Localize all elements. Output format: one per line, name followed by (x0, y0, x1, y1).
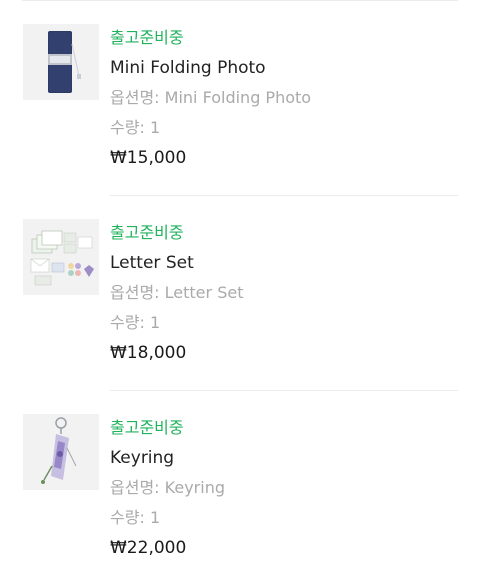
shipping-status: 출고준비중 (110, 223, 184, 242)
folding-photo-thumbnail (23, 24, 99, 100)
price: ₩18,000 (110, 343, 187, 363)
option-line: 옵션명: Keyring (110, 476, 225, 500)
quantity-label: 수량: (110, 118, 145, 137)
option-label: 옵션명: (110, 88, 160, 107)
letter-set-thumbnail (23, 219, 99, 295)
option-value: Letter Set (164, 283, 244, 302)
order-item[interactable]: 출고준비중 Mini Folding Photo 옵션명: Mini Foldi… (0, 0, 480, 168)
order-item[interactable]: 출고준비중 Keyring 옵션명: Keyring 수량: 1 ₩22,000 (0, 390, 480, 558)
product-thumbnail[interactable] (23, 24, 99, 100)
shipping-status: 출고준비중 (110, 418, 184, 437)
quantity-value: 1 (149, 313, 161, 332)
order-item[interactable]: 출고준비중 Letter Set 옵션명: Letter Set 수량: 1 ₩… (0, 195, 480, 363)
option-label: 옵션명: (110, 478, 160, 497)
product-name[interactable]: Letter Set (110, 251, 194, 275)
quantity-line: 수량: 1 (110, 311, 160, 335)
quantity-line: 수량: 1 (110, 506, 160, 530)
shipping-status: 출고준비중 (110, 28, 184, 47)
option-line: 옵션명: Letter Set (110, 281, 243, 305)
quantity-value: 1 (149, 508, 161, 527)
quantity-label: 수량: (110, 313, 145, 332)
price: ₩15,000 (110, 148, 187, 168)
keyring-thumbnail (23, 414, 99, 490)
option-line: 옵션명: Mini Folding Photo (110, 86, 311, 110)
quantity-line: 수량: 1 (110, 116, 160, 140)
product-name[interactable]: Keyring (110, 446, 174, 470)
product-thumbnail[interactable] (23, 414, 99, 490)
quantity-value: 1 (149, 118, 161, 137)
product-thumbnail[interactable] (23, 219, 99, 295)
option-label: 옵션명: (110, 283, 160, 302)
quantity-label: 수량: (110, 508, 145, 527)
option-value: Keyring (164, 478, 225, 497)
price: ₩22,000 (110, 538, 187, 558)
option-value: Mini Folding Photo (164, 88, 312, 107)
product-name[interactable]: Mini Folding Photo (110, 56, 266, 80)
